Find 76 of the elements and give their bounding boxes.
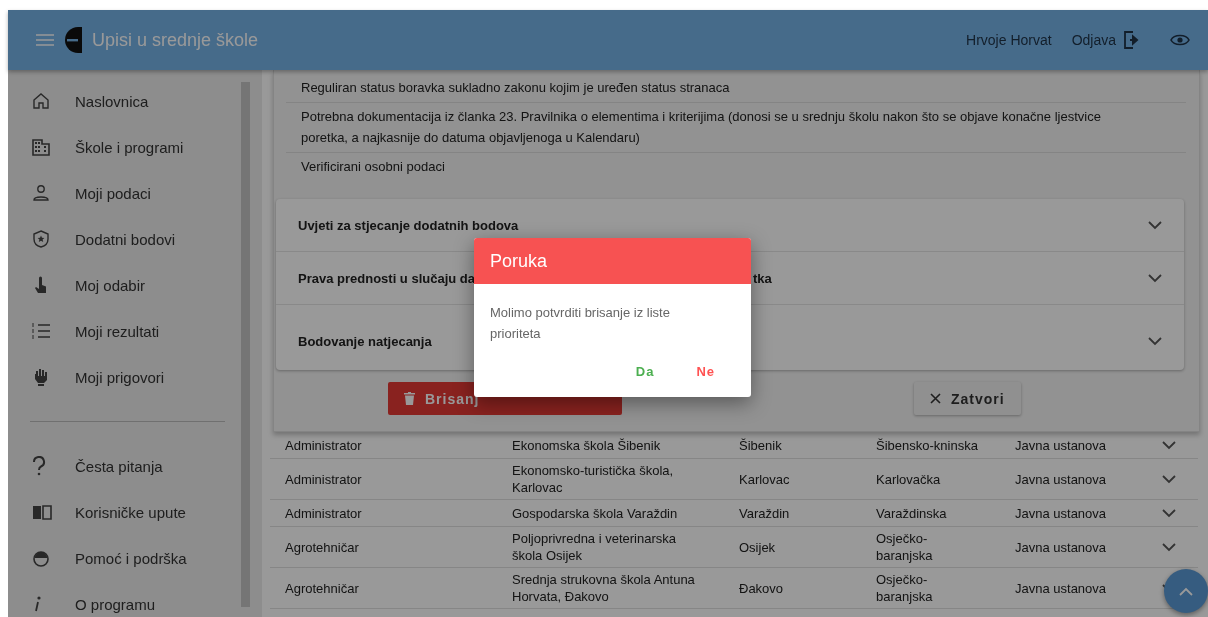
logo-icon [64, 27, 82, 53]
table-cell-text: Ekonomsko-turistička škola, Karlovac [512, 462, 675, 496]
table-cell-text: Javna ustanova [1015, 579, 1108, 597]
table-cell-text: Javna ustanova [1015, 436, 1108, 454]
shield-star-icon [32, 230, 50, 248]
sidebar-item[interactable]: Pomoć i podrška [8, 535, 241, 581]
user-name: Hrvoje Horvat [966, 32, 1052, 48]
building-icon [32, 138, 50, 156]
sidebar-item[interactable]: Moji rezultati [8, 308, 241, 354]
chevron-down-icon [1162, 508, 1176, 518]
table-cell-text: Javna ustanova [1015, 470, 1108, 488]
numbered-list-icon [32, 322, 50, 340]
table-cell-text: Poljoprivredna i veterinarska škola Osijek [512, 530, 678, 564]
table-cell-text: Varaždin [739, 504, 791, 522]
table-cell-text: Osijek [739, 538, 777, 556]
table-cell-text: Administrator [285, 470, 363, 488]
confirm-button[interactable]: Da [629, 360, 661, 383]
chevron-down-icon [1148, 220, 1162, 230]
sidebar-item[interactable]: Dodatni bodovi [8, 216, 241, 262]
dialog-title: Poruka [490, 250, 548, 272]
chevron-down-icon [1148, 273, 1162, 283]
table-cell-text: Administrator [285, 504, 363, 522]
close-icon [930, 393, 941, 404]
accordion-title: tka [753, 270, 772, 286]
trash-icon [404, 392, 415, 405]
sidebar-item[interactable]: Moji prigovori [8, 354, 241, 400]
dialog-message: Molimo potvrditi brisanje iz liste prioriteta [489, 304, 671, 343]
raised-hand-icon [32, 368, 50, 386]
app-title: Upisi u srednje škole [92, 29, 259, 51]
table-cell-text: Javna ustanova [1015, 538, 1108, 556]
info-icon [32, 595, 42, 613]
book-icon [32, 504, 52, 520]
chevron-down-icon [1162, 474, 1176, 484]
accordion-title: Bodovanje natjecanja [298, 334, 432, 349]
table-cell-text: Osječko-baranjska [876, 530, 934, 564]
table-cell-text: Osječko-baranjska [876, 571, 934, 605]
scrollbar-thumb[interactable] [241, 82, 250, 607]
logout-button[interactable]: Odjava [1071, 31, 1140, 49]
question-mark-icon [32, 456, 46, 476]
chevron-up-icon [1179, 586, 1193, 596]
cancel-button[interactable]: Ne [690, 360, 721, 383]
sidebar-item[interactable]: Korisničke upute [8, 489, 241, 535]
table-cell-text: Gospodarska škola Varaždin [512, 504, 679, 522]
home-icon [32, 92, 50, 110]
menu-icon[interactable] [36, 34, 54, 46]
table-cell-text: Administrator [285, 436, 363, 454]
sidebar-item[interactable]: Moj odabir [8, 262, 241, 308]
sidebar-item[interactable]: Naslovnica [8, 78, 241, 124]
close-button[interactable]: Zatvori [914, 382, 1021, 415]
table-cell-text: Agrotehničar [285, 538, 360, 556]
requirement-text: Verificirani osobni podaci [300, 158, 446, 176]
accordion-title: Prava prednosti u slučaju da [298, 270, 475, 286]
person-icon [32, 184, 50, 202]
table-cell-text: Karlovačka [876, 470, 942, 488]
sidebar-item[interactable]: Česta pitanja [8, 443, 241, 489]
table-cell-text: Varaždinska [876, 504, 948, 522]
logout-icon [1124, 31, 1140, 49]
sidebar-item[interactable]: O programu [8, 581, 241, 617]
table-cell-text: Karlovac [739, 470, 791, 488]
table-cell-text: Šibenik [739, 436, 783, 454]
requirement-text: Potrebna dokumentacija iz članka 23. Pravilnika o elementima i kriterijima (donosi se u srednju školu nakon što se objave konačne ljestvice poretka, a najkasnije do datuma objavljenoga u Kalendaru) [286, 103, 1186, 153]
table-cell-text: Srednja strukovna škola Antuna Horvata, Đakovo [512, 571, 696, 605]
eye-icon[interactable] [1170, 33, 1190, 47]
requirement-text: Reguliran status boravka sukladno zakonu kojim je uređen status stranaca [286, 74, 1186, 103]
chevron-down-icon [1148, 337, 1162, 346]
table-cell-text: Đakovo [739, 579, 785, 597]
chevron-down-icon [1162, 542, 1176, 552]
table-cell-text: Šibensko-kninska [876, 436, 979, 454]
chevron-down-icon [1162, 440, 1176, 450]
accordion-title: Uvjeti za stjecanje dodatnih bodova [298, 217, 519, 233]
table-cell-text: Agrotehničar [285, 579, 360, 597]
sidebar-item[interactable]: Škole i programi [8, 124, 241, 170]
table-cell-text: Javna ustanova [1015, 504, 1108, 522]
sidebar-item[interactable]: Moji podaci [8, 170, 241, 216]
scroll-top-button[interactable] [1164, 569, 1208, 613]
table-cell-text: Ekonomska škola Šibenik [512, 436, 662, 454]
